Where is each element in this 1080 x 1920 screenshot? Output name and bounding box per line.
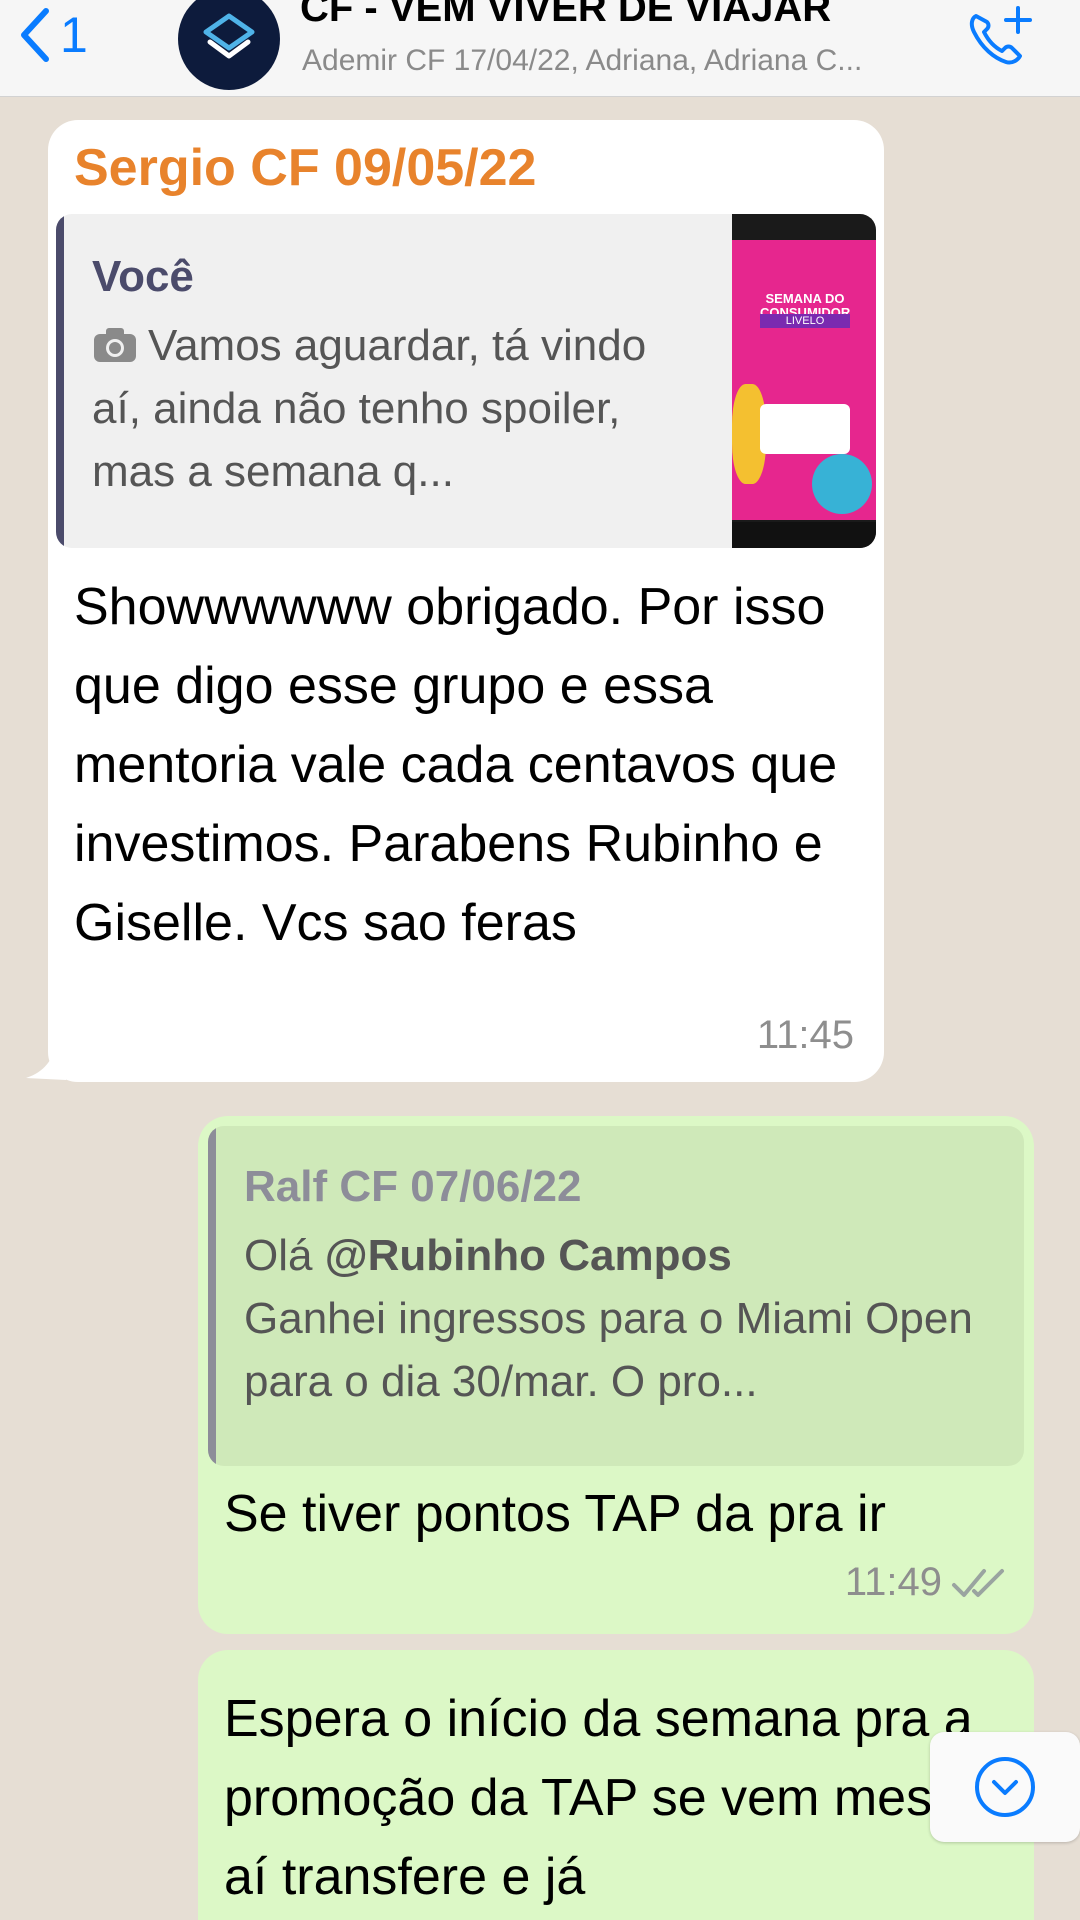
message-text: Espera o início da semana pra a promoção…: [224, 1690, 1019, 1906]
quote-bar: [208, 1126, 216, 1466]
quoted-message[interactable]: Ralf CF 07/06/22 Olá @Rubinho Campos Ganh…: [208, 1126, 1024, 1466]
thumbnail-card: [760, 404, 850, 454]
add-call-icon: [969, 6, 1032, 65]
quote-thumbnail: SEMANA DO CONSUMIDOR LIVELO: [732, 214, 876, 548]
thumbnail-subtitle: LIVELO: [760, 314, 850, 328]
thumbnail-decoration: [812, 454, 872, 514]
message-list[interactable]: Sergio CF 09/05/22 Você Vamos aguardar, …: [0, 98, 1080, 1920]
outgoing-message[interactable]: Espera o início da semana pra a promoção…: [198, 1650, 1034, 1920]
back-button[interactable]: 1: [18, 0, 88, 70]
quote-text-block: Olá @Rubinho Campos Ganhei ingressos para…: [244, 1224, 1004, 1413]
group-title[interactable]: CF - VEM VIVER DE VIAJAR: [300, 0, 831, 31]
quote-prefix: Olá: [244, 1231, 325, 1280]
read-ticks-icon: [952, 1568, 1004, 1597]
sender-name: Sergio CF 09/05/22: [74, 139, 537, 197]
add-call-button[interactable]: [962, 2, 1042, 77]
outgoing-message[interactable]: Ralf CF 07/06/22 Olá @Rubinho Campos Ganh…: [198, 1116, 1034, 1634]
group-logo-icon: [203, 13, 255, 59]
unread-count: 1: [60, 7, 88, 63]
quote-text: Ganhei ingressos para o Miami Open para …: [244, 1294, 973, 1406]
quote-text-block: Vamos aguardar, tá vindo aí, ainda não t…: [92, 314, 692, 503]
camera-icon: [94, 328, 136, 362]
message-meta: 11:49: [845, 1560, 1008, 1605]
quote-bar: [56, 214, 64, 548]
chat-header: 1 CF - VEM VIVER DE VIAJAR Ademir CF 17/…: [0, 0, 1080, 97]
quote-author: Você: [92, 252, 194, 301]
scroll-down-icon: [975, 1757, 1035, 1817]
quote-mention: @Rubinho Campos: [324, 1231, 732, 1280]
quoted-message[interactable]: Você Vamos aguardar, tá vindo aí, ainda …: [56, 214, 876, 548]
scroll-down-button[interactable]: [930, 1732, 1080, 1842]
quote-text: Vamos aguardar, tá vindo aí, ainda não t…: [92, 321, 647, 496]
incoming-message[interactable]: Sergio CF 09/05/22 Você Vamos aguardar, …: [26, 120, 884, 1082]
group-members[interactable]: Ademir CF 17/04/22, Adriana, Adriana C..…: [302, 44, 862, 78]
chevron-left-icon: [21, 8, 49, 62]
quote-author: Ralf CF 07/06/22: [244, 1162, 582, 1211]
message-time: 11:45: [756, 1013, 854, 1057]
message-text: Se tiver pontos TAP da pra ir: [224, 1485, 886, 1543]
message-time: 11:49: [844, 1560, 942, 1604]
group-avatar[interactable]: [178, 0, 280, 90]
bubble-tail: [26, 1040, 66, 1080]
thumbnail-footer: [732, 522, 876, 548]
message-text: Showwwwww obrigado. Por isso que digo es…: [74, 578, 838, 952]
